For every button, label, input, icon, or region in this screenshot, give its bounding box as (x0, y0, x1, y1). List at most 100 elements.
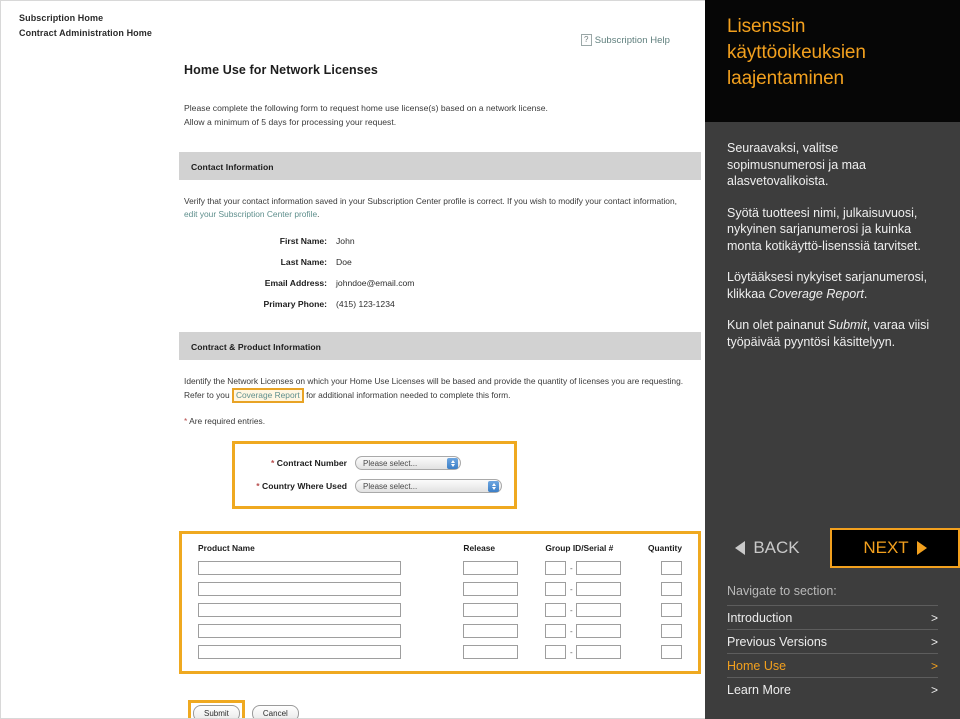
contract-number-select[interactable]: Please select... (355, 456, 461, 470)
sidebar-item-introduction[interactable]: Introduction > (727, 605, 938, 629)
release-input[interactable] (463, 624, 519, 638)
sidebar-item-learn-more[interactable]: Learn More > (727, 677, 938, 701)
next-button-label: NEXT (863, 538, 909, 557)
sidebar-item-label: Learn More (727, 683, 791, 697)
required-entries-text: Are required entries. (189, 416, 266, 426)
email-address-value: johndoe@email.com (336, 278, 415, 288)
quantity-input[interactable] (661, 645, 682, 659)
serial-number-input[interactable] (576, 645, 622, 659)
group-serial-separator: - (570, 584, 573, 594)
back-button[interactable]: BACK (705, 528, 830, 568)
next-button[interactable]: NEXT (830, 528, 960, 568)
coverage-report-link[interactable]: Coverage Report (231, 388, 304, 403)
verify-period: . (317, 209, 320, 219)
serial-number-input[interactable] (576, 624, 622, 638)
cell-quantity (638, 561, 682, 575)
column-header-group-id-serial: Group ID/Serial # (545, 543, 614, 553)
cancel-button[interactable]: Cancel (251, 705, 299, 718)
first-name-label: First Name: (279, 236, 327, 246)
release-input[interactable] (463, 582, 519, 596)
subscription-help-label: Subscription Help (594, 34, 670, 46)
required-asterisk: * (271, 458, 275, 468)
breadcrumb-contract-administration-home[interactable]: Contract Administration Home (19, 26, 439, 41)
cell-group-id-serial: - (545, 603, 638, 617)
cell-product-name (198, 603, 463, 617)
group-id-input[interactable] (545, 582, 567, 596)
sidebar-paragraph-4-emphasis: Submit (827, 318, 867, 332)
edit-profile-link[interactable]: edit your Subscription Center profile (184, 209, 317, 219)
sidebar-item-label: Introduction (727, 611, 793, 625)
cell-quantity (638, 582, 682, 596)
group-serial-separator: - (570, 563, 573, 573)
quantity-input[interactable] (661, 582, 682, 596)
country-where-used-selected-value: Please select... (363, 481, 418, 491)
cell-release (463, 645, 545, 659)
required-asterisk: * (184, 416, 188, 426)
group-id-input[interactable] (545, 561, 567, 575)
group-id-input[interactable] (545, 603, 567, 617)
sidebar-paragraph-4-pre: Kun olet painanut (727, 318, 828, 332)
chevron-updown-icon[interactable] (447, 458, 458, 469)
product-name-input[interactable] (198, 645, 401, 659)
page-title: Home Use for Network Licenses (184, 63, 378, 77)
contract-number-label-text: Contract Number (276, 458, 347, 468)
section-header-contact-information: Contact Information (179, 152, 701, 180)
table-row: - (198, 645, 682, 659)
sidebar-item-previous-versions[interactable]: Previous Versions > (727, 629, 938, 653)
quantity-input[interactable] (661, 603, 682, 617)
breadcrumb-subscription-home[interactable]: Subscription Home (19, 11, 439, 26)
chevron-right-icon: > (930, 635, 938, 649)
form-actions: Submit Cancel (188, 700, 704, 718)
cell-group-id-serial: - (545, 624, 638, 638)
group-id-input[interactable] (545, 645, 567, 659)
product-name-input[interactable] (198, 603, 401, 617)
contract-number-selected-value: Please select... (363, 458, 418, 468)
submit-button[interactable]: Submit (193, 705, 240, 718)
sidebar-item-home-use[interactable]: Home Use > (727, 653, 938, 677)
contract-number-row: * Contract Number Please select... (235, 456, 514, 470)
group-serial-separator: - (570, 647, 573, 657)
email-address-label: Email Address: (264, 278, 327, 288)
cell-group-id-serial: - (545, 561, 638, 575)
quantity-input[interactable] (661, 624, 682, 638)
cell-release (463, 624, 545, 638)
product-table-header: Product Name Release Group ID/Serial # Q… (198, 543, 682, 561)
chevron-updown-icon[interactable] (488, 481, 499, 492)
primary-phone-value: (415) 123-1234 (336, 299, 395, 309)
first-name-value: John (336, 236, 355, 246)
country-where-used-select[interactable]: Please select... (355, 479, 502, 493)
quantity-input[interactable] (661, 561, 682, 575)
cell-quantity (638, 603, 682, 617)
cell-product-name (198, 582, 463, 596)
release-input[interactable] (463, 561, 519, 575)
sidebar-paragraph-2: Syötä tuotteesi nimi, julkaisuvuosi, nyk… (727, 205, 921, 253)
sidebar-paragraph-1: Seuraavaksi, valitse sopimusnumerosi ja … (727, 141, 866, 188)
last-name-label: Last Name: (280, 257, 327, 267)
release-input[interactable] (463, 645, 519, 659)
release-input[interactable] (463, 603, 519, 617)
required-entries-note: * Are required entries. (184, 416, 704, 426)
serial-number-input[interactable] (576, 582, 622, 596)
contact-field-row: Email Address: johndoe@email.com (184, 278, 704, 288)
table-row: - (198, 603, 682, 617)
product-name-input[interactable] (198, 561, 401, 575)
sidebar-item-label: Home Use (727, 659, 787, 673)
serial-number-input[interactable] (576, 561, 622, 575)
group-serial-separator: - (570, 626, 573, 636)
cell-product-name (198, 645, 463, 659)
sidebar-item-label: Previous Versions (727, 635, 828, 649)
section-header-contract-product-information: Contract & Product Information (179, 332, 701, 360)
product-name-input[interactable] (198, 624, 401, 638)
contract-desc-line-1: Identify the Network Licenses on which y… (184, 376, 684, 386)
contract-desc-prefix: Refer to you (184, 390, 230, 400)
chevron-right-icon: > (930, 659, 938, 673)
sidebar-paragraph-4: Kun olet painanut Submit, varaa viisi ty… (727, 317, 938, 350)
sidebar-paragraph-3-emphasis: Coverage Report (768, 286, 864, 301)
subscription-help-link[interactable]: ? Subscription Help (580, 34, 670, 46)
serial-number-input[interactable] (576, 603, 622, 617)
product-name-input[interactable] (198, 582, 401, 596)
group-id-input[interactable] (545, 624, 567, 638)
country-where-used-label: * Country Where Used (235, 481, 355, 491)
chevron-right-icon: > (930, 611, 938, 625)
primary-phone-label: Primary Phone: (263, 299, 327, 309)
